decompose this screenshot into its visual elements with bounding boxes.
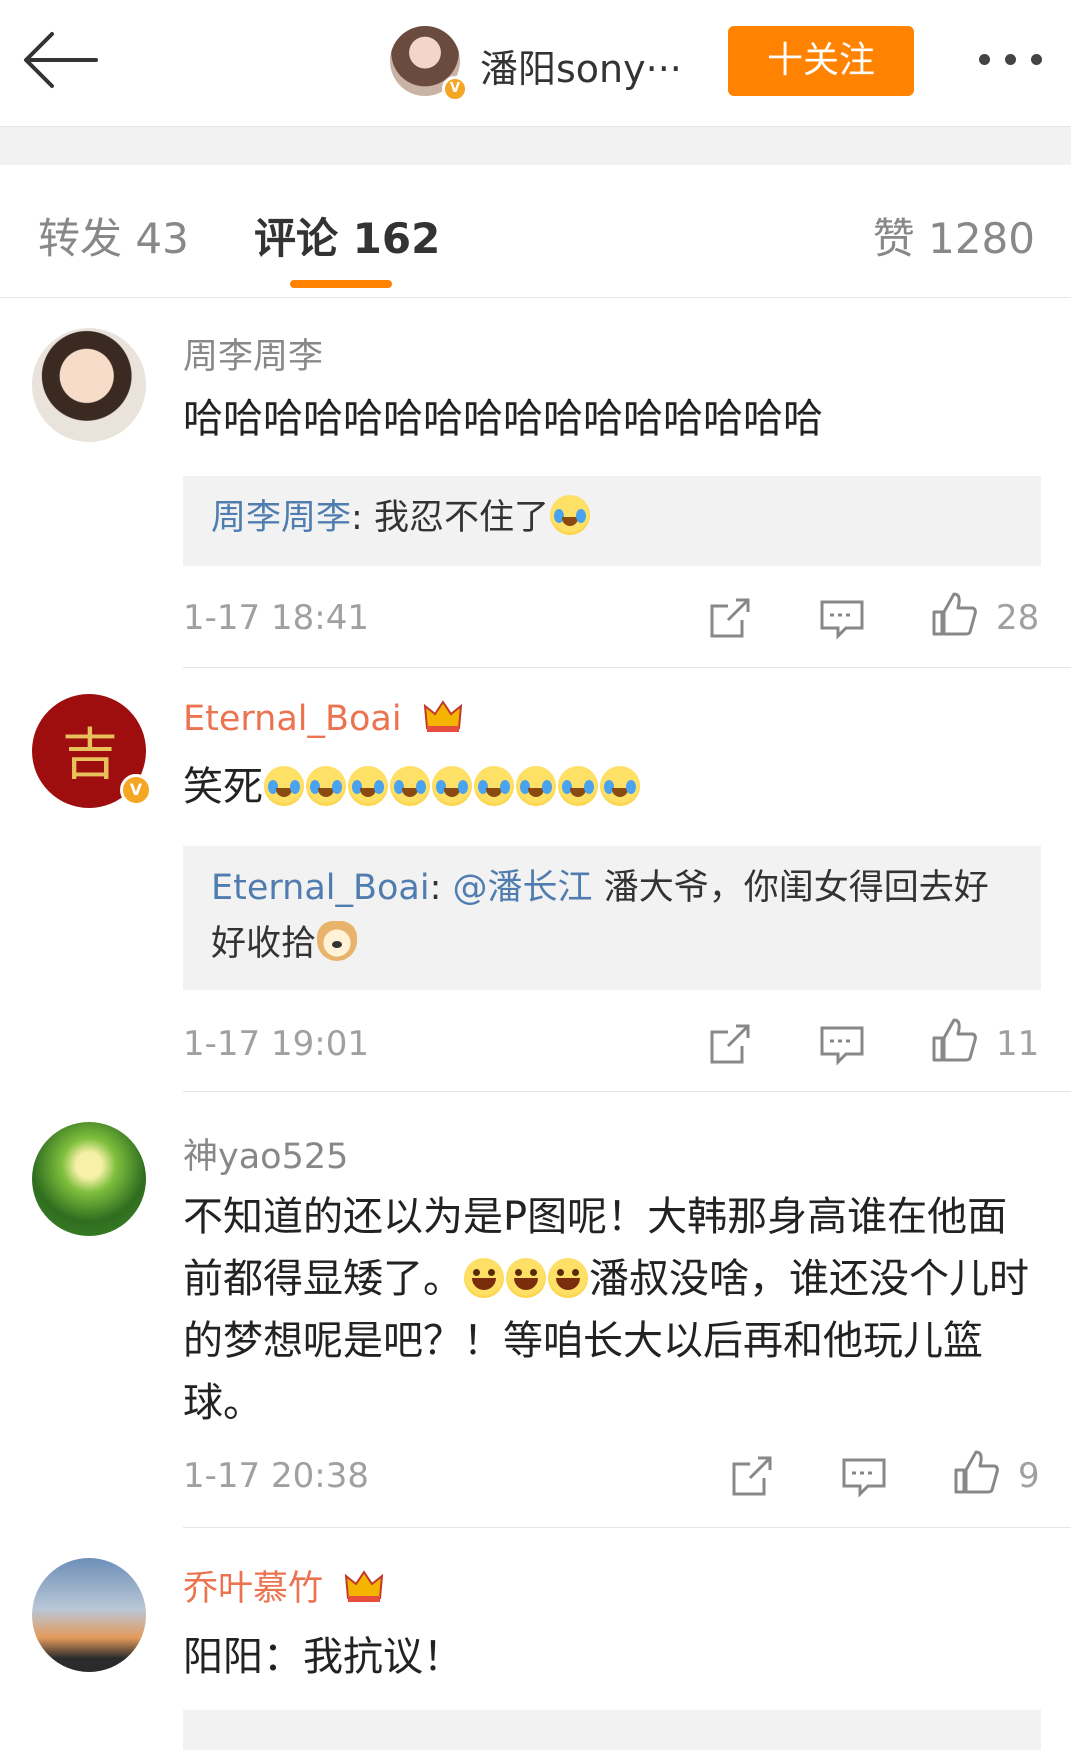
reply-user-link[interactable]: Eternal_Boai [211,868,430,908]
comment-text: 笑死 [183,756,1043,818]
comment-time: 1-17 19:01 [183,1024,369,1064]
author-name[interactable]: 潘阳sony··· [480,38,682,93]
commenter-name[interactable]: 神yao525 [183,1128,348,1179]
active-tab-indicator [290,280,392,288]
reply-icon[interactable] [818,1020,866,1068]
crying-laugh-emoji-icon [600,766,640,806]
comment-text: 哈哈哈哈哈哈哈哈哈哈哈哈哈哈哈哈 [183,396,823,442]
comment-text: 阳阳：我抗议！ [183,1634,463,1680]
comment-item: 周李周李 哈哈哈哈哈哈哈哈哈哈哈哈哈哈哈哈 周李周李: 我忍不住了 1-17 1… [0,298,1071,668]
commenter-avatar[interactable] [32,1122,146,1236]
reply-preview[interactable] [183,1710,1041,1750]
tab-comment[interactable]: 评论 162 [254,205,440,266]
commenter-name-text: Eternal_Boai [183,699,402,739]
comment-item: 神yao525 不知道的还以为是P图呢！大韩那身高谁在他面前都得显矮了。 潘叔没啥… [0,1092,1071,1528]
back-button[interactable] [22,28,102,92]
reply-icon[interactable] [818,594,866,642]
commenter-name[interactable]: Eternal_Boai [183,698,463,739]
vip-crown-icon [423,700,462,732]
like-count: 28 [996,598,1040,638]
arrow-left-icon [24,32,98,88]
share-icon[interactable] [706,1020,754,1068]
verified-badge-icon: V [120,774,152,806]
crying-laugh-emoji-icon [558,766,598,806]
crying-laugh-emoji-icon [348,766,388,806]
tab-repost[interactable]: 转发 43 [38,205,189,266]
crying-laugh-emoji-icon [516,766,556,806]
comment-item: 吉 V Eternal_Boai 笑死 Eternal_Boai: @潘长江 潘… [0,668,1071,1092]
commenter-name[interactable]: 周李周李 [183,328,323,379]
grin-emoji-icon [464,1258,504,1298]
comment-time: 1-17 18:41 [183,598,369,638]
author-avatar[interactable]: V [390,26,468,102]
commenter-name[interactable]: 乔叶慕竹 [183,1560,384,1611]
crying-laugh-emoji-icon [390,766,430,806]
crying-laugh-emoji-icon [432,766,472,806]
comment-item: 乔叶慕竹 阳阳：我抗议！ [0,1528,1071,1750]
thumbs-up-icon[interactable] [930,1016,978,1064]
reply-separator: : [351,498,363,538]
reply-text: 我忍不住了 [373,498,549,538]
doge-emoji-icon [317,921,358,961]
crying-laugh-emoji-icon [549,495,590,535]
reply-preview[interactable]: 周李周李: 我忍不住了 [183,476,1041,566]
avatar-logo-text: 吉 [62,723,118,788]
commenter-avatar[interactable] [32,328,146,442]
comment-text: 不知道的还以为是P图呢！大韩那身高谁在他面前都得显矮了。 潘叔没啥，谁还没个儿时的… [183,1186,1043,1434]
reply-separator: : [429,868,442,908]
tab-bar: 转发 43 评论 162 赞 1280 [0,165,1071,298]
reply-preview[interactable]: Eternal_Boai: @潘长江 潘大爷，你闺女得回去好好收拾 [183,846,1041,990]
comment-text-content: 笑死 [183,764,263,810]
commenter-avatar[interactable]: 吉 V [32,694,152,808]
crying-laugh-emoji-icon [264,766,304,806]
comment-time: 1-17 20:38 [183,1456,369,1496]
thumbs-up-icon[interactable] [930,590,978,638]
commenter-name-text: 乔叶慕竹 [183,1569,324,1609]
reply-icon[interactable] [840,1452,888,1500]
share-icon[interactable] [728,1452,776,1500]
like-count: 9 [1018,1456,1040,1496]
more-dots-icon[interactable] [975,40,1047,80]
tab-like[interactable]: 赞 1280 [873,205,1035,266]
grin-emoji-icon [506,1258,546,1298]
share-icon[interactable] [706,594,754,642]
grin-emoji-icon [548,1258,588,1298]
reply-user-link[interactable]: 周李周李 [211,498,351,538]
like-count: 11 [996,1024,1040,1064]
follow-button[interactable]: 十关注 [728,26,914,96]
section-spacer [0,127,1071,165]
verified-badge-icon: V [442,76,468,102]
crying-laugh-emoji-icon [306,766,346,806]
crying-laugh-emoji-icon [474,766,514,806]
mention-link[interactable]: @潘长江 [453,868,593,908]
thumbs-up-icon[interactable] [952,1448,1000,1496]
vip-crown-icon [344,1570,384,1602]
top-bar: V 潘阳sony··· 十关注 [0,0,1071,127]
commenter-avatar[interactable] [32,1558,146,1672]
